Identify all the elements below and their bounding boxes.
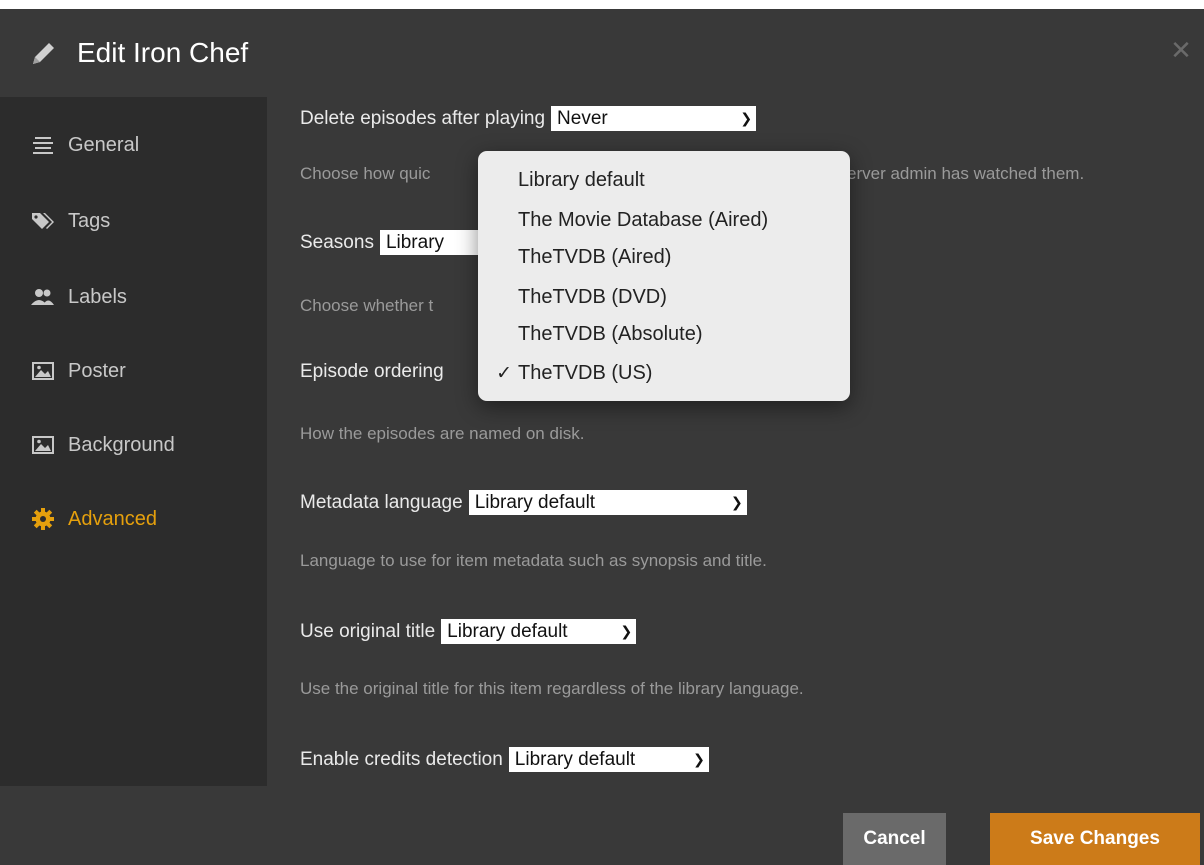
dropdown-option-selected[interactable]: ✓ TheTVDB (US) xyxy=(478,356,850,390)
episode-ordering-label: Episode ordering xyxy=(300,361,444,382)
delete-episodes-label: Delete episodes after playing xyxy=(300,107,546,129)
option-label: TheTVDB (Aired) xyxy=(518,245,672,268)
gear-icon xyxy=(30,508,56,530)
align-center-icon xyxy=(30,134,56,156)
users-icon xyxy=(30,286,56,308)
original-title-label: Use original title xyxy=(300,620,436,642)
original-title-help: Use the original title for this item reg… xyxy=(300,679,804,698)
dropdown-option[interactable]: The Movie Database (Aired) xyxy=(478,203,850,237)
seasons-help: Choose whether t xyxy=(300,296,434,315)
sidebar-item-label: Poster xyxy=(68,359,126,382)
seasons-label: Seasons xyxy=(300,231,374,253)
modal-title: Edit Iron Chef xyxy=(77,37,249,68)
delete-episodes-select[interactable]: Never ❯ xyxy=(551,106,757,131)
chevron-down-icon: ❯ xyxy=(620,623,633,639)
chevron-down-icon: ❯ xyxy=(693,751,705,767)
seasons-select[interactable]: Library xyxy=(379,230,490,255)
checkmark-icon: ✓ xyxy=(496,362,512,384)
select-value: Never xyxy=(557,108,608,129)
dropdown-option[interactable]: TheTVDB (Aired) xyxy=(478,240,850,274)
dropdown-option[interactable]: Library default xyxy=(478,163,850,197)
modal-footer: Cancel Save Changes xyxy=(0,786,1204,865)
sidebar-item-advanced[interactable]: Advanced xyxy=(30,504,157,534)
sidebar-item-label: Advanced xyxy=(68,507,157,530)
credits-detection-select[interactable]: Library default ❯ xyxy=(508,747,709,772)
option-label: The Movie Database (Aired) xyxy=(518,208,769,231)
episode-ordering-row: Episode ordering xyxy=(300,361,450,383)
chevron-down-icon: ❯ xyxy=(740,110,753,126)
seasons-row: Seasons Library xyxy=(300,230,490,255)
credits-detection-row: Enable credits detection Library default… xyxy=(300,747,709,772)
sidebar-item-tags[interactable]: Tags xyxy=(30,206,110,236)
sidebar-item-labels[interactable]: Labels xyxy=(30,282,127,312)
select-value: Library default xyxy=(514,749,636,770)
sidebar-item-label: Background xyxy=(68,433,175,456)
metadata-language-select[interactable]: Library default ❯ xyxy=(468,490,747,515)
delete-episodes-row: Delete episodes after playing Never ❯ xyxy=(300,106,757,131)
image-icon xyxy=(30,360,56,382)
original-title-select[interactable]: Library default ❯ xyxy=(441,619,637,644)
option-label: TheTVDB (Absolute) xyxy=(518,322,703,345)
save-changes-button[interactable]: Save Changes xyxy=(990,813,1200,865)
select-value: Library default xyxy=(474,492,596,513)
select-value: Library xyxy=(385,232,445,253)
chevron-down-icon: ❯ xyxy=(730,494,743,510)
dropdown-option[interactable]: TheTVDB (DVD) xyxy=(478,280,850,314)
option-label: TheTVDB (US) xyxy=(518,361,653,384)
modal-header: Edit Iron Chef ✕ xyxy=(0,9,1204,97)
sidebar-item-general[interactable]: General xyxy=(30,130,139,160)
window-top-strip xyxy=(0,0,1204,9)
metadata-language-help: Language to use for item metadata such a… xyxy=(300,551,767,570)
select-value: Library default xyxy=(447,621,568,642)
sidebar: General Tags Labels Poster Background Ad… xyxy=(0,97,267,786)
option-label: TheTVDB (DVD) xyxy=(518,285,667,308)
metadata-language-row: Metadata language Library default ❯ xyxy=(300,490,747,515)
close-icon[interactable]: ✕ xyxy=(1168,37,1194,63)
cancel-button[interactable]: Cancel xyxy=(843,813,946,865)
original-title-row: Use original title Library default ❯ xyxy=(300,619,637,644)
tag-icon xyxy=(30,210,56,232)
dropdown-option[interactable]: TheTVDB (Absolute) xyxy=(478,317,850,351)
sidebar-item-poster[interactable]: Poster xyxy=(30,356,126,386)
sidebar-item-label: General xyxy=(68,133,140,156)
option-label: Library default xyxy=(518,168,645,191)
sidebar-item-background[interactable]: Background xyxy=(30,430,175,460)
sidebar-item-label: Tags xyxy=(68,209,111,232)
metadata-language-label: Metadata language xyxy=(300,491,463,513)
episode-ordering-help: How the episodes are named on disk. xyxy=(300,424,585,443)
delete-episodes-help-tail: erver admin has watched them. xyxy=(847,164,1085,183)
image-icon xyxy=(30,434,56,456)
pencil-icon xyxy=(28,37,60,69)
sidebar-item-label: Labels xyxy=(68,285,127,308)
episode-ordering-dropdown: Library default The Movie Database (Aire… xyxy=(478,151,850,401)
delete-episodes-help: Choose how quic xyxy=(300,164,431,183)
credits-detection-label: Enable credits detection xyxy=(300,748,503,770)
